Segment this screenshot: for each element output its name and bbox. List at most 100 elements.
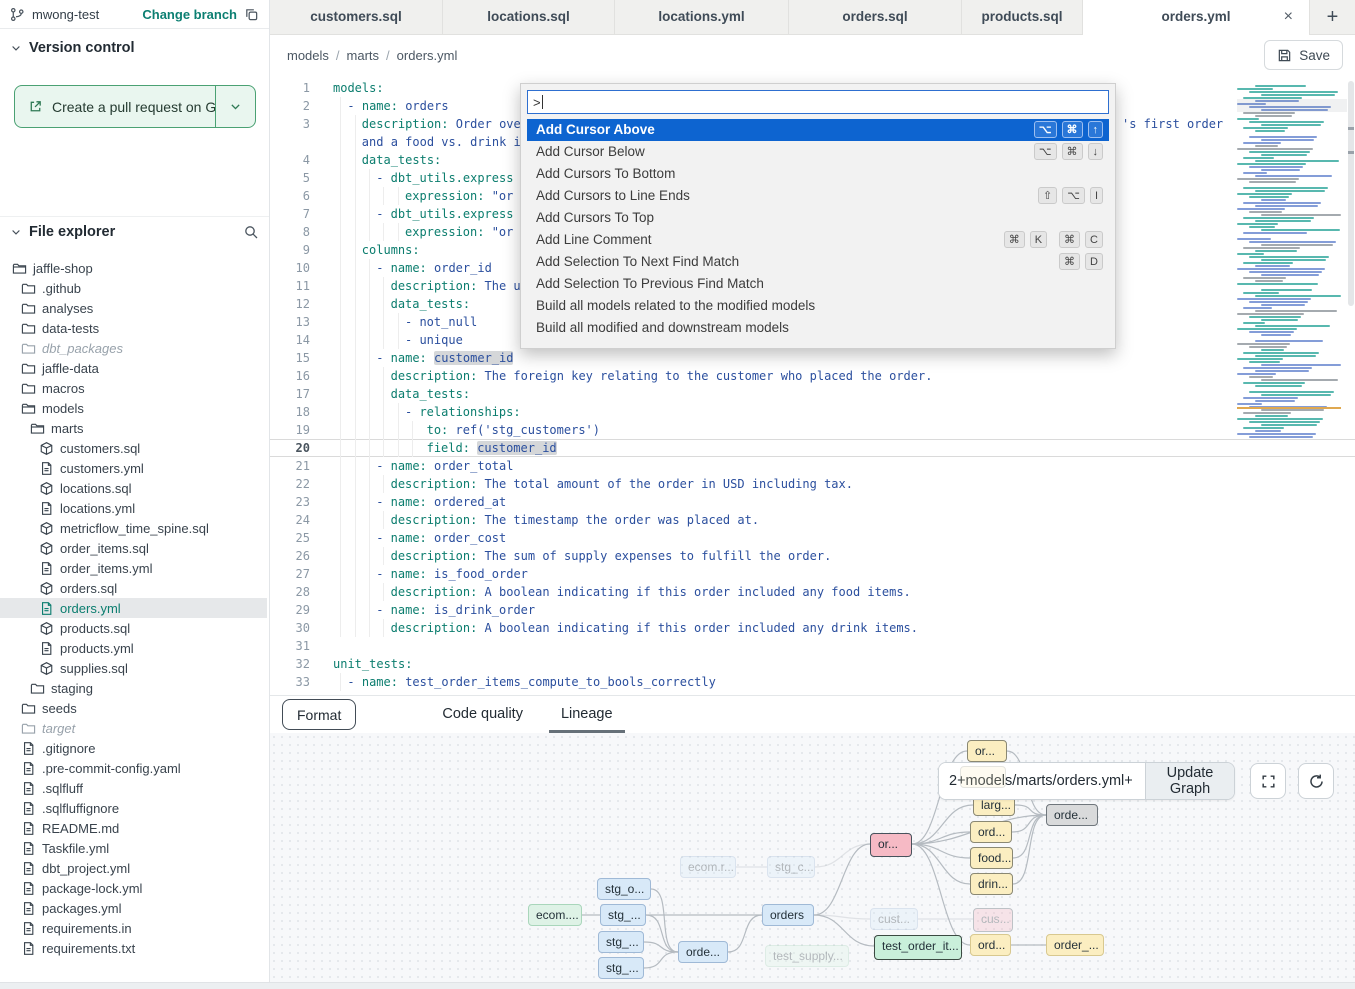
lineage-node-food[interactable]: food...: [970, 847, 1013, 869]
update-graph-button[interactable]: Update Graph: [1145, 763, 1234, 799]
file-item-locations.sql[interactable]: locations.sql: [0, 478, 267, 498]
new-tab-button[interactable]: +: [1321, 5, 1345, 30]
lineage-node-orm[interactable]: or...: [870, 833, 912, 857]
lineage-node-stgc[interactable]: stg_c...: [767, 856, 815, 878]
lineage-node-ecomr[interactable]: ecom.r...: [680, 856, 736, 878]
lineage-node-ecom[interactable]: ecom....: [528, 904, 582, 926]
file-item-metricflow_time_spine.sql[interactable]: metricflow_time_spine.sql: [0, 518, 267, 538]
palette-item[interactable]: Add Cursors to Line Ends⇧⌥I: [527, 185, 1109, 207]
file-item-order_items.sql[interactable]: order_items.sql: [0, 538, 267, 558]
tab-orders.yml[interactable]: orders.yml×: [1083, 0, 1310, 35]
lineage-node-drin[interactable]: drin...: [970, 873, 1013, 895]
lineage-node-ord2[interactable]: ord...: [970, 934, 1011, 956]
lineage-node-stgo[interactable]: stg_o...: [597, 878, 651, 900]
code-line[interactable]: 15- name: customer_id: [270, 349, 1355, 367]
code-line[interactable]: 26description: The sum of supply expense…: [270, 547, 1355, 565]
palette-item[interactable]: Add Cursor Below⌥⌘↓: [527, 141, 1109, 163]
horizontal-scrollbar[interactable]: [0, 982, 1355, 989]
code-line[interactable]: 32unit_tests:: [270, 655, 1355, 673]
code-line[interactable]: 27- name: is_food_order: [270, 565, 1355, 583]
code-line[interactable]: 24description: The timestamp the order w…: [270, 511, 1355, 529]
lineage-node-orders[interactable]: orders: [762, 904, 814, 926]
palette-item[interactable]: Add Cursors To Top: [527, 207, 1109, 229]
minimap[interactable]: [1237, 85, 1347, 447]
minimap-viewport[interactable]: [1237, 99, 1347, 112]
breadcrumb-models[interactable]: models: [287, 48, 329, 63]
create-pr-dropdown[interactable]: [215, 86, 255, 127]
file-item-orders.sql[interactable]: orders.sql: [0, 578, 267, 598]
lineage-node-stg2[interactable]: stg_...: [598, 931, 644, 953]
code-line[interactable]: 23- name: ordered_at: [270, 493, 1355, 511]
save-button[interactable]: Save: [1264, 40, 1343, 70]
command-palette-input[interactable]: >: [527, 90, 1109, 114]
tab-locations.yml[interactable]: locations.yml: [615, 0, 789, 35]
file-item-jaffle-data[interactable]: jaffle-data: [0, 358, 267, 378]
file-item-.gitignore[interactable]: .gitignore: [0, 738, 267, 758]
file-item-.pre-commit-config.yaml[interactable]: .pre-commit-config.yaml: [0, 758, 267, 778]
copy-branch-icon[interactable]: [244, 7, 259, 22]
lineage-node-stg3[interactable]: stg_...: [598, 957, 644, 979]
lineage-node-cust[interactable]: cust...: [870, 908, 918, 930]
file-item-locations.yml[interactable]: locations.yml: [0, 498, 267, 518]
create-pr-button[interactable]: Create a pull request on Git...: [14, 85, 256, 128]
lineage-node-tsup[interactable]: test_supply...: [765, 945, 849, 967]
palette-item[interactable]: Add Selection To Next Find Match⌘D: [527, 251, 1109, 273]
file-item-marts[interactable]: marts: [0, 418, 267, 438]
tab-products.sql[interactable]: products.sql: [962, 0, 1083, 35]
lineage-node-ordeg[interactable]: orde...: [1046, 804, 1098, 826]
lineage-node-test[interactable]: test_order_it...: [874, 935, 962, 960]
lineage-node-orderb[interactable]: order_...: [1046, 934, 1104, 956]
change-branch-link[interactable]: Change branch: [142, 7, 237, 22]
code-line[interactable]: 29- name: is_drink_order: [270, 601, 1355, 619]
file-item-data-tests[interactable]: data-tests: [0, 318, 267, 338]
file-item-requirements.in[interactable]: requirements.in: [0, 918, 267, 938]
refresh-button[interactable]: [1298, 763, 1334, 799]
file-item-staging[interactable]: staging: [0, 678, 267, 698]
fullscreen-button[interactable]: [1250, 763, 1286, 799]
file-item-package-lock.yml[interactable]: package-lock.yml: [0, 878, 267, 898]
file-item-order_items.yml[interactable]: order_items.yml: [0, 558, 267, 578]
lineage-node-ord1[interactable]: ord...: [970, 821, 1012, 843]
code-line[interactable]: 33- name: test_order_items_compute_to_bo…: [270, 673, 1355, 691]
file-item-seeds[interactable]: seeds: [0, 698, 267, 718]
file-item-packages.yml[interactable]: packages.yml: [0, 898, 267, 918]
file-item-.sqlfluffignore[interactable]: .sqlfluffignore: [0, 798, 267, 818]
code-line[interactable]: 18- relationships:: [270, 403, 1355, 421]
code-line[interactable]: 19to: ref('stg_customers'): [270, 421, 1355, 439]
chevron-down-icon[interactable]: [10, 226, 22, 238]
file-item-dbt_project.yml[interactable]: dbt_project.yml: [0, 858, 267, 878]
file-item-.sqlfluff[interactable]: .sqlfluff: [0, 778, 267, 798]
lineage-node-stg1[interactable]: stg_...: [600, 904, 646, 926]
lineage-canvas[interactable]: ecom....stg_o...stg_...stg_...stg_...ord…: [270, 733, 1355, 983]
tab-lineage[interactable]: Lineage: [549, 696, 625, 733]
code-line[interactable]: 22description: The total amount of the o…: [270, 475, 1355, 493]
tab-customers.sql[interactable]: customers.sql: [270, 0, 443, 35]
format-button[interactable]: Format: [282, 699, 356, 730]
file-item-products.yml[interactable]: products.yml: [0, 638, 267, 658]
palette-item[interactable]: Add Cursors To Bottom: [527, 163, 1109, 185]
palette-item[interactable]: Build all models related to the modified…: [527, 295, 1109, 317]
file-item-jaffle-shop[interactable]: jaffle-shop: [0, 258, 267, 278]
file-item-products.sql[interactable]: products.sql: [0, 618, 267, 638]
palette-item[interactable]: Add Line Comment⌘K⌘C: [527, 229, 1109, 251]
file-item-Taskfile.yml[interactable]: Taskfile.yml: [0, 838, 267, 858]
code-line[interactable]: 16description: The foreign key relating …: [270, 367, 1355, 385]
breadcrumb-marts[interactable]: marts: [347, 48, 380, 63]
code-line[interactable]: 17data_tests:: [270, 385, 1355, 403]
code-line[interactable]: 31: [270, 637, 1355, 655]
file-item-customers.yml[interactable]: customers.yml: [0, 458, 267, 478]
close-tab-icon[interactable]: ×: [1284, 0, 1293, 34]
breadcrumb-file[interactable]: orders.yml: [397, 48, 458, 63]
file-item-.github[interactable]: .github: [0, 278, 267, 298]
file-item-orders.yml[interactable]: orders.yml: [0, 598, 267, 618]
file-item-analyses[interactable]: analyses: [0, 298, 267, 318]
palette-item[interactable]: Add Selection To Previous Find Match: [527, 273, 1109, 295]
tab-orders.sql[interactable]: orders.sql: [789, 0, 962, 35]
file-item-macros[interactable]: macros: [0, 378, 267, 398]
file-item-models[interactable]: models: [0, 398, 267, 418]
code-line[interactable]: 30description: A boolean indicating if t…: [270, 619, 1355, 637]
file-item-README.md[interactable]: README.md: [0, 818, 267, 838]
editor-scrollbar[interactable]: [1347, 75, 1355, 695]
file-item-requirements.txt[interactable]: requirements.txt: [0, 938, 267, 958]
chevron-down-icon[interactable]: [10, 42, 22, 54]
